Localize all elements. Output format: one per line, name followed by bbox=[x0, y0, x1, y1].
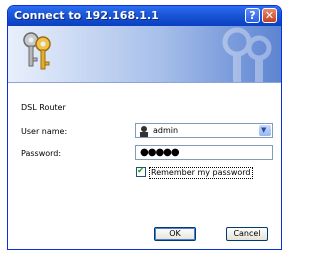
keys-watermark-icon bbox=[222, 27, 272, 82]
realm-text: DSL Router bbox=[21, 103, 66, 112]
password-value: ●●●●● bbox=[140, 147, 180, 158]
user-avatar-icon bbox=[138, 125, 150, 137]
dropdown-button[interactable]: ▼ bbox=[259, 125, 271, 136]
dialog-banner bbox=[8, 26, 281, 83]
ok-button[interactable]: OK bbox=[154, 227, 196, 241]
checkmark-icon: ✔ bbox=[137, 166, 145, 176]
username-value: admin bbox=[153, 126, 179, 135]
username-combobox[interactable]: admin ▼ bbox=[135, 123, 273, 138]
title-bar[interactable]: Connect to 192.168.1.1 ? ✕ bbox=[8, 6, 281, 26]
help-button[interactable]: ? bbox=[245, 8, 260, 23]
keys-icon bbox=[23, 32, 51, 70]
dialog-content: DSL Router User name: admin ▼ Password: … bbox=[8, 83, 281, 249]
cancel-button[interactable]: Cancel bbox=[226, 227, 268, 241]
username-label: User name: bbox=[21, 127, 68, 136]
login-dialog-window: Connect to 192.168.1.1 ? ✕ DSL Router Us… bbox=[7, 5, 282, 250]
remember-label[interactable]: Remember my password bbox=[149, 167, 253, 179]
window-title: Connect to 192.168.1.1 bbox=[14, 9, 159, 22]
close-button[interactable]: ✕ bbox=[262, 8, 277, 23]
password-field[interactable]: ●●●●● bbox=[135, 145, 273, 160]
password-label: Password: bbox=[21, 149, 62, 158]
remember-checkbox[interactable]: ✔ bbox=[136, 166, 146, 177]
chevron-down-icon: ▼ bbox=[261, 126, 267, 134]
